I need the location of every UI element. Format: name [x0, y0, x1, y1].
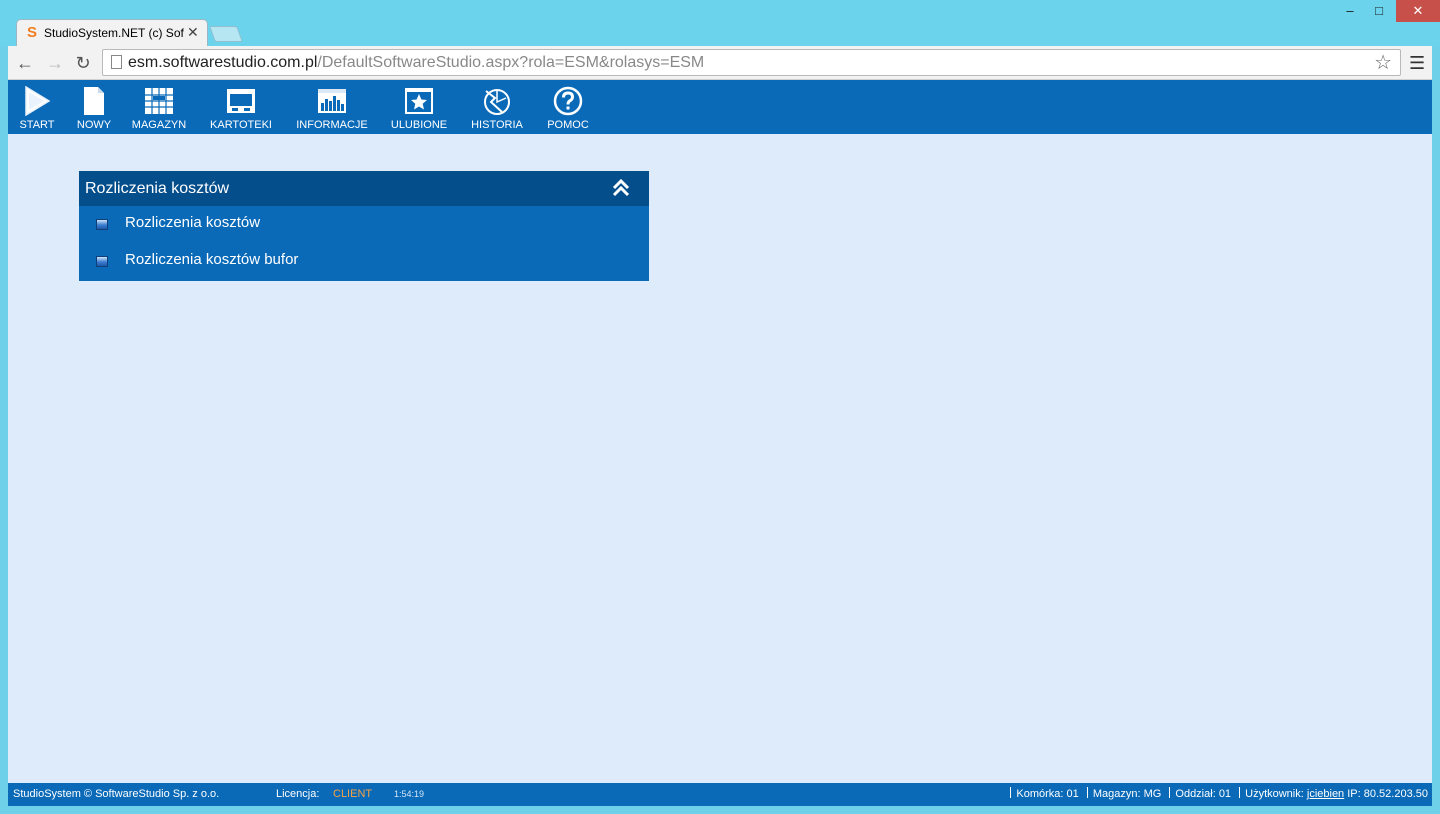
- status-separator: [1169, 787, 1171, 798]
- maximize-icon[interactable]: □: [1364, 0, 1394, 22]
- status-ip-value: 80.52.203.50: [1363, 788, 1428, 800]
- panel-title: Rozliczenia kosztów: [85, 180, 230, 197]
- browser-titlebar: S StudioSystem.NET (c) Soft ✕ – □ ✕: [0, 0, 1440, 46]
- close-tab-icon[interactable]: ✕: [187, 23, 199, 41]
- back-arrow-icon[interactable]: ←: [14, 52, 36, 74]
- nav-pomoc-label: POMOC: [547, 119, 589, 131]
- window-card-icon: [227, 89, 255, 113]
- status-license-label: Licencja:: [276, 788, 320, 800]
- status-separator: [1010, 787, 1012, 798]
- status-warehouse-value: MG: [1143, 788, 1162, 800]
- panel-item-rozliczenia-kosztow-bufor[interactable]: Rozliczenia kosztów bufor: [79, 243, 649, 277]
- bar-chart-icon: [318, 89, 346, 113]
- browser-menu-icon[interactable]: ☰: [1409, 52, 1425, 74]
- panel-item-label: Rozliczenia kosztów: [125, 214, 261, 231]
- url-text: esm.softwarestudio.com.pl/DefaultSoftwar…: [128, 54, 704, 72]
- warehouse-grid-icon: [145, 88, 173, 114]
- status-warehouse-label: Magazyn:: [1092, 788, 1141, 800]
- status-user-label: Użytkownik:: [1245, 788, 1304, 800]
- bullet-square-icon: [96, 219, 108, 230]
- tab-title: StudioSystem.NET (c) Soft: [44, 26, 184, 40]
- play-icon: [25, 86, 51, 116]
- status-time: 1:54:19: [394, 789, 425, 799]
- status-license-value: CLIENT: [333, 788, 373, 800]
- status-copyright: StudioSystem © SoftwareStudio Sp. z o.o.: [13, 788, 220, 800]
- app-area: START NOWY MAGAZYN KARTOTEKI INFORMACJE …: [8, 80, 1432, 806]
- minimize-icon[interactable]: –: [1335, 0, 1365, 22]
- page-icon: [111, 55, 122, 69]
- bookmark-star-icon[interactable]: ☆: [1374, 52, 1392, 74]
- status-branch-value: 01: [1218, 788, 1232, 800]
- status-ip-label: IP:: [1347, 788, 1361, 800]
- status-cell-label: Komórka:: [1016, 788, 1064, 800]
- reload-icon[interactable]: ↻: [72, 52, 94, 74]
- menu-panel: Rozliczenia kosztów Rozliczenia kosztów …: [79, 171, 649, 281]
- browser-toolbar: ← → ↻ esm.softwarestudio.com.pl/DefaultS…: [8, 46, 1432, 80]
- history-icon: [484, 89, 510, 115]
- panel-header[interactable]: Rozliczenia kosztów: [79, 171, 649, 206]
- star-icon: [405, 88, 433, 114]
- browser-tab[interactable]: S StudioSystem.NET (c) Soft ✕: [16, 19, 208, 46]
- panel-item-label: Rozliczenia kosztów bufor: [125, 251, 299, 268]
- window-close-icon[interactable]: ✕: [1396, 0, 1440, 22]
- nav-ulubione-button[interactable]: ULUBIONE: [386, 83, 452, 133]
- status-separator: [1086, 787, 1088, 798]
- help-icon: [553, 86, 583, 116]
- nav-magazyn-button[interactable]: MAGAZYN: [128, 83, 190, 133]
- url-host: esm.softwarestudio.com.pl: [128, 54, 318, 71]
- nav-ulubione-label: ULUBIONE: [390, 119, 448, 131]
- panel-item-rozliczenia-kosztow[interactable]: Rozliczenia kosztów: [79, 206, 649, 240]
- status-separator: [1239, 787, 1241, 798]
- nav-pomoc-button[interactable]: POMOC: [542, 83, 594, 133]
- bullet-square-icon: [96, 256, 108, 267]
- nav-nowy-label: NOWY: [76, 119, 112, 131]
- nav-informacje-label: INFORMACJE: [296, 119, 368, 131]
- status-right-group: Komórka: 01 Magazyn: MG Oddział: 01 Użyt…: [1005, 783, 1428, 806]
- nav-start-button[interactable]: START: [14, 83, 60, 133]
- status-bar: StudioSystem © SoftwareStudio Sp. z o.o.…: [8, 783, 1432, 806]
- new-tab-button[interactable]: [209, 26, 243, 42]
- app-menu-bar: START NOWY MAGAZYN KARTOTEKI INFORMACJE …: [8, 80, 1432, 134]
- favicon-icon: S: [26, 24, 37, 41]
- nav-start-label: START: [19, 119, 55, 131]
- nav-historia-label: HISTORIA: [471, 119, 523, 131]
- new-document-icon: [84, 87, 104, 115]
- status-user-link[interactable]: jciebien: [1307, 788, 1344, 800]
- status-cell-value: 01: [1066, 788, 1079, 800]
- address-bar[interactable]: esm.softwarestudio.com.pl/DefaultSoftwar…: [102, 49, 1401, 76]
- url-path: /DefaultSoftwareStudio.aspx?rola=ESM&rol…: [317, 54, 705, 71]
- nav-nowy-button[interactable]: NOWY: [71, 83, 117, 133]
- forward-arrow-icon[interactable]: →: [44, 52, 66, 74]
- status-branch-label: Oddział:: [1175, 788, 1216, 800]
- nav-magazyn-label: MAGAZYN: [131, 119, 187, 131]
- nav-informacje-button[interactable]: INFORMACJE: [292, 83, 372, 133]
- collapse-chevron-icon[interactable]: [611, 178, 631, 198]
- nav-historia-button[interactable]: HISTORIA: [464, 83, 530, 133]
- nav-kartoteki-button[interactable]: KARTOTEKI: [204, 83, 278, 133]
- nav-kartoteki-label: KARTOTEKI: [210, 119, 272, 131]
